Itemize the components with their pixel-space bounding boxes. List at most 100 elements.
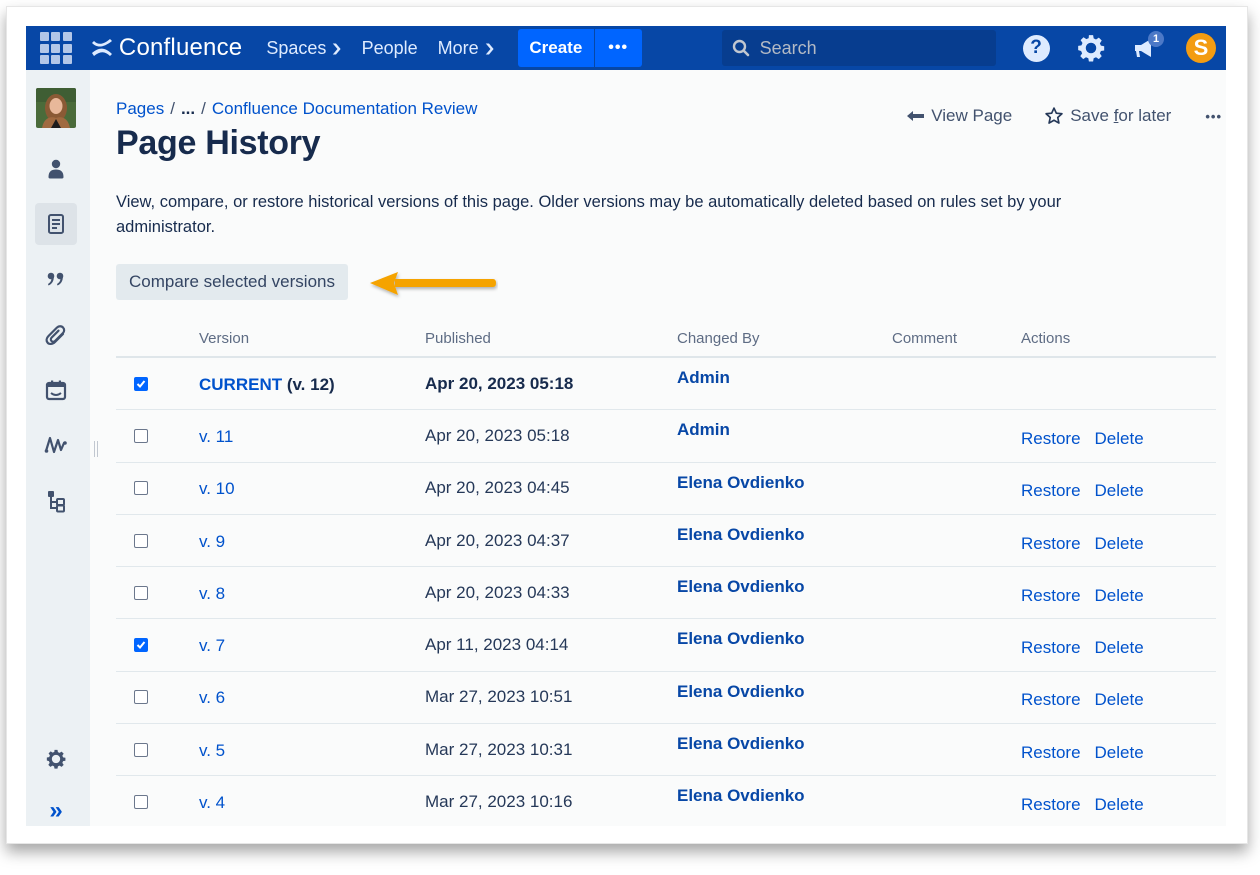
sidebar-item-pages[interactable] [35, 203, 77, 245]
version-link[interactable]: v. 11 [199, 427, 233, 446]
table-row: v. 10 Apr 20, 2023 04:45 Elena Ovdienko … [116, 463, 1216, 515]
sidebar-item-analytics[interactable] [35, 424, 77, 466]
confluence-logo[interactable]: Confluence [91, 34, 242, 62]
nav-people[interactable]: People [352, 26, 428, 70]
nav-more[interactable]: More ❯ [428, 26, 504, 70]
breadcrumb-parent-page[interactable]: Confluence Documentation Review [212, 99, 478, 119]
author-link[interactable]: Elena Ovdienko [677, 629, 805, 648]
version-cell: v. 5 [199, 739, 425, 761]
version-checkbox[interactable] [134, 742, 148, 757]
restore-link[interactable]: Restore [1021, 481, 1081, 501]
view-page-button[interactable]: View Page [907, 106, 1012, 126]
sidebar-item-blog[interactable] [35, 258, 77, 300]
table-row: v. 9 Apr 20, 2023 04:37 Elena Ovdienko R… [116, 515, 1216, 568]
version-link[interactable]: v. 7 [199, 636, 225, 655]
version-checkbox[interactable] [134, 481, 148, 496]
restore-link[interactable]: Restore [1021, 586, 1081, 606]
restore-link[interactable]: Restore [1021, 743, 1081, 763]
settings-button[interactable] [1076, 33, 1106, 63]
actions-cell: Restore Delete [1021, 632, 1216, 658]
author-link[interactable]: Elena Ovdienko [677, 473, 805, 492]
breadcrumb-pages[interactable]: Pages [116, 99, 164, 119]
restore-link[interactable]: Restore [1021, 429, 1081, 449]
sidebar-item-settings[interactable] [35, 738, 77, 780]
actions-cell [1021, 381, 1216, 387]
more-actions-button[interactable]: ••• [1205, 109, 1222, 124]
view-page-label: View Page [931, 106, 1013, 125]
space-avatar-image [36, 88, 76, 128]
sidebar-item-attachments[interactable] [35, 314, 77, 356]
author-link[interactable]: Elena Ovdienko [677, 734, 805, 753]
changed-by-cell: Elena Ovdienko [677, 672, 892, 702]
author-link[interactable]: Elena Ovdienko [677, 682, 805, 701]
delete-link[interactable]: Delete [1095, 743, 1144, 763]
published-date: Apr 11, 2023 04:14 [425, 635, 569, 655]
profile-button[interactable]: S [1186, 33, 1216, 63]
header-actions: Actions [1021, 329, 1071, 347]
version-checkbox[interactable] [134, 533, 148, 548]
sidebar-expand-button[interactable]: » [35, 790, 77, 826]
version-link[interactable]: v. 9 [199, 532, 225, 551]
delete-link[interactable]: Delete [1095, 690, 1144, 710]
version-cell: v. 10 [199, 477, 425, 499]
sidebar-item-calendars[interactable] [35, 369, 77, 411]
delete-link[interactable]: Delete [1095, 534, 1144, 554]
version-link[interactable]: v. 6 [199, 688, 225, 707]
help-button[interactable]: ? [1021, 33, 1051, 63]
version-suffix: (v. 12) [282, 374, 335, 394]
app-name: Confluence [118, 34, 243, 61]
compare-selected-versions-button[interactable]: Compare selected versions [116, 264, 348, 300]
delete-link[interactable]: Delete [1095, 429, 1144, 449]
version-checkbox[interactable] [134, 428, 148, 443]
restore-link[interactable]: Restore [1021, 638, 1081, 658]
profile-avatar: S [1186, 33, 1216, 63]
restore-link[interactable]: Restore [1021, 534, 1081, 554]
notifications-button[interactable]: 1 [1131, 31, 1164, 63]
version-link[interactable]: v. 8 [199, 584, 225, 603]
confluence-app: Confluence Spaces ❯ People More ❯ Create… [26, 26, 1226, 826]
version-checkbox[interactable] [134, 585, 148, 600]
author-link[interactable]: Elena Ovdienko [677, 786, 805, 805]
checkmark-icon [136, 641, 146, 650]
version-link[interactable]: v. 10 [199, 479, 235, 498]
nav-spaces[interactable]: Spaces ❯ [256, 26, 351, 70]
app-switcher-icon[interactable] [39, 31, 73, 65]
delete-link[interactable]: Delete [1095, 481, 1144, 501]
version-checkbox[interactable] [134, 638, 148, 653]
author-link[interactable]: Elena Ovdienko [677, 525, 805, 544]
sidebar-item-hierarchy[interactable] [35, 480, 77, 522]
version-cell: v. 7 [199, 634, 425, 656]
table-row: v. 11 Apr 20, 2023 05:18 Admin Restore D… [116, 410, 1216, 463]
sidebar-item-people[interactable] [35, 148, 77, 190]
sidebar-resize-handle[interactable] [94, 441, 100, 457]
restore-link[interactable]: Restore [1021, 795, 1081, 815]
version-link[interactable]: CURRENT [199, 375, 282, 394]
delete-link[interactable]: Delete [1095, 638, 1144, 658]
version-checkbox[interactable] [134, 376, 148, 391]
header-published: Published [425, 329, 491, 347]
delete-link[interactable]: Delete [1095, 795, 1144, 815]
author-link[interactable]: Admin [677, 368, 730, 387]
actions-cell: Restore Delete [1021, 528, 1216, 554]
page-history-table: Version Published Changed By Comment Act… [116, 320, 1216, 826]
search-box[interactable] [721, 30, 996, 66]
create-button[interactable]: Create [517, 29, 594, 67]
search-input[interactable] [759, 37, 980, 59]
chevron-down-icon: ❯ [331, 42, 343, 55]
space-avatar[interactable] [36, 88, 76, 128]
breadcrumb-ellipsis[interactable]: ... [181, 99, 195, 119]
delete-link[interactable]: Delete [1095, 586, 1144, 606]
version-link[interactable]: v. 4 [199, 793, 225, 812]
published-date: Mar 27, 2023 10:16 [425, 792, 573, 812]
version-checkbox[interactable] [134, 795, 148, 810]
nav-people-label: People [361, 37, 418, 58]
create-more-button[interactable]: ••• [593, 29, 642, 67]
author-link[interactable]: Admin [677, 420, 730, 439]
tree-icon [48, 491, 65, 513]
version-checkbox[interactable] [134, 690, 148, 705]
version-link[interactable]: v. 5 [199, 741, 225, 760]
author-link[interactable]: Elena Ovdienko [677, 577, 805, 596]
published-date: Apr 20, 2023 04:33 [425, 582, 570, 602]
restore-link[interactable]: Restore [1021, 690, 1081, 710]
save-for-later-button[interactable]: Save for later [1044, 106, 1171, 126]
